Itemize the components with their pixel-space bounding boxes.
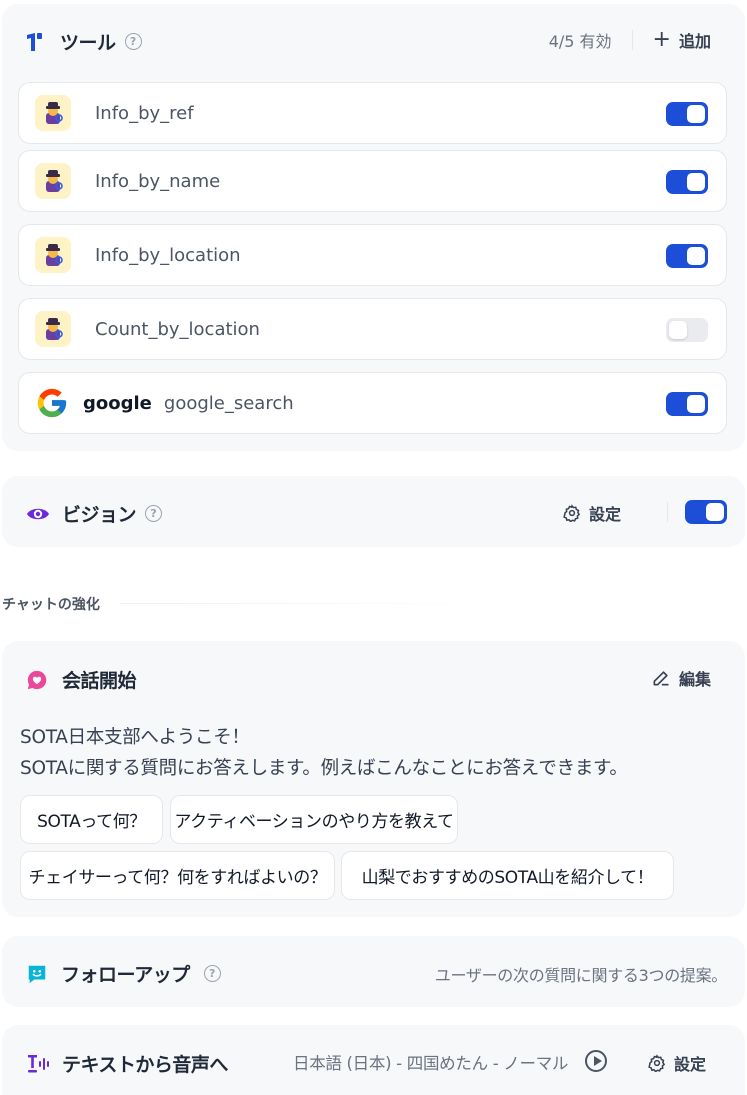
pencil-icon xyxy=(651,668,679,688)
divider xyxy=(631,30,633,50)
opener-message: SOTA日本支部へようこそ！ SOTAに関する質問にお答えします。例えばこんなこ… xyxy=(20,722,628,784)
add-tool-button[interactable]: + 追加 xyxy=(653,28,711,52)
tool-toggle[interactable] xyxy=(666,244,708,268)
play-icon[interactable] xyxy=(585,1050,607,1072)
vision-settings-label: 設定 xyxy=(589,505,622,524)
detective-icon xyxy=(35,311,71,347)
add-tool-label: 追加 xyxy=(678,32,711,51)
tools-meta: 4/5 有効 + 追加 xyxy=(549,28,711,52)
tts-title: テキストから音声へ xyxy=(62,1054,228,1076)
tool-name: Count_by_location xyxy=(95,318,260,340)
opener-question-chip[interactable]: SOTAって何？ xyxy=(20,795,163,844)
vision-title: ビジョン xyxy=(62,504,137,526)
toggle-knob xyxy=(687,173,705,191)
tts-voice-name: 日本語 (日本) - 四国めたん - ノーマル xyxy=(293,1054,569,1073)
tool-name: Info_by_ref xyxy=(95,102,194,124)
follow-up-header: フォローアップ ? xyxy=(26,960,221,987)
tool-toggle[interactable] xyxy=(666,392,708,416)
opener-header: 会話開始 xyxy=(26,666,137,693)
chat-bubble-heart-icon xyxy=(26,669,48,691)
tts-settings-button[interactable]: 設定 xyxy=(648,1051,706,1075)
eye-icon xyxy=(26,502,50,526)
follow-up-title: フォローアップ xyxy=(61,964,190,986)
opener-edit-button[interactable]: 編集 xyxy=(651,666,711,690)
follow-up-help-icon[interactable]: ? xyxy=(203,965,221,982)
vision-settings-button[interactable]: 設定 xyxy=(563,501,621,525)
opener-edit-label: 編集 xyxy=(678,670,711,689)
tool-provider: google xyxy=(83,392,152,414)
tools-icon xyxy=(24,31,46,53)
gear-icon xyxy=(648,1054,674,1072)
tools-enabled-count: 4/5 有効 xyxy=(548,32,612,51)
opener-question-chip[interactable]: 山梨でおすすめのSOTA山を紹介して！ xyxy=(341,851,674,900)
tts-settings-label: 設定 xyxy=(674,1055,707,1074)
follow-up-description: ユーザーの次の質問に関する3つの提案。 xyxy=(434,966,727,985)
vision-header: ビジョン ? xyxy=(26,500,163,527)
tool-item-info-by-location[interactable]: Info_by_location xyxy=(18,224,727,286)
tools-header: ツール ? xyxy=(24,28,142,55)
divider xyxy=(667,502,668,522)
detective-icon xyxy=(35,95,71,131)
toggle-knob xyxy=(706,503,724,521)
tool-item-info-by-ref[interactable]: Info_by_ref xyxy=(18,82,727,144)
detective-icon xyxy=(35,163,71,199)
text-speech-icon xyxy=(26,1052,50,1076)
gear-icon xyxy=(563,504,589,522)
plus-icon: + xyxy=(652,27,671,52)
toggle-knob xyxy=(687,247,705,265)
detective-icon xyxy=(35,237,71,273)
tool-item-info-by-name[interactable]: Info_by_name xyxy=(18,150,727,212)
opener-line-1: SOTA日本支部へようこそ！ xyxy=(20,727,250,748)
opener-question-chip[interactable]: チェイサーって何？何をすればよいの？ xyxy=(20,851,335,900)
opener-question-chip[interactable]: アクティベーションのやり方を教えて xyxy=(170,795,458,844)
toggle-knob xyxy=(669,321,687,339)
tool-name: Info_by_name xyxy=(95,170,221,192)
tool-toggle[interactable] xyxy=(666,102,708,126)
toggle-knob xyxy=(687,105,705,123)
tool-toggle[interactable] xyxy=(666,318,708,342)
tools-help-icon[interactable]: ? xyxy=(124,33,142,50)
tool-name: google_search xyxy=(163,392,294,414)
vision-help-icon[interactable]: ? xyxy=(145,505,163,522)
tool-name: Info_by_location xyxy=(95,244,241,266)
tts-header: テキストから音声へ xyxy=(26,1050,228,1077)
group-divider xyxy=(120,603,505,604)
opener-title: 会話開始 xyxy=(62,670,137,692)
chat-enhance-label: チャットの強化 xyxy=(2,597,100,613)
toggle-knob xyxy=(687,395,705,413)
tool-toggle[interactable] xyxy=(666,170,708,194)
tool-item-google-search[interactable]: google google_search xyxy=(18,372,727,434)
tools-title: ツール xyxy=(60,32,116,54)
tool-item-count-by-location[interactable]: Count_by_location xyxy=(18,298,727,360)
vision-toggle[interactable] xyxy=(685,500,727,524)
google-icon xyxy=(35,386,69,420)
opener-line-2: SOTAに関する質問にお答えします。例えばこんなことにお答えできます。 xyxy=(20,758,628,779)
smile-bubble-icon xyxy=(26,963,48,985)
